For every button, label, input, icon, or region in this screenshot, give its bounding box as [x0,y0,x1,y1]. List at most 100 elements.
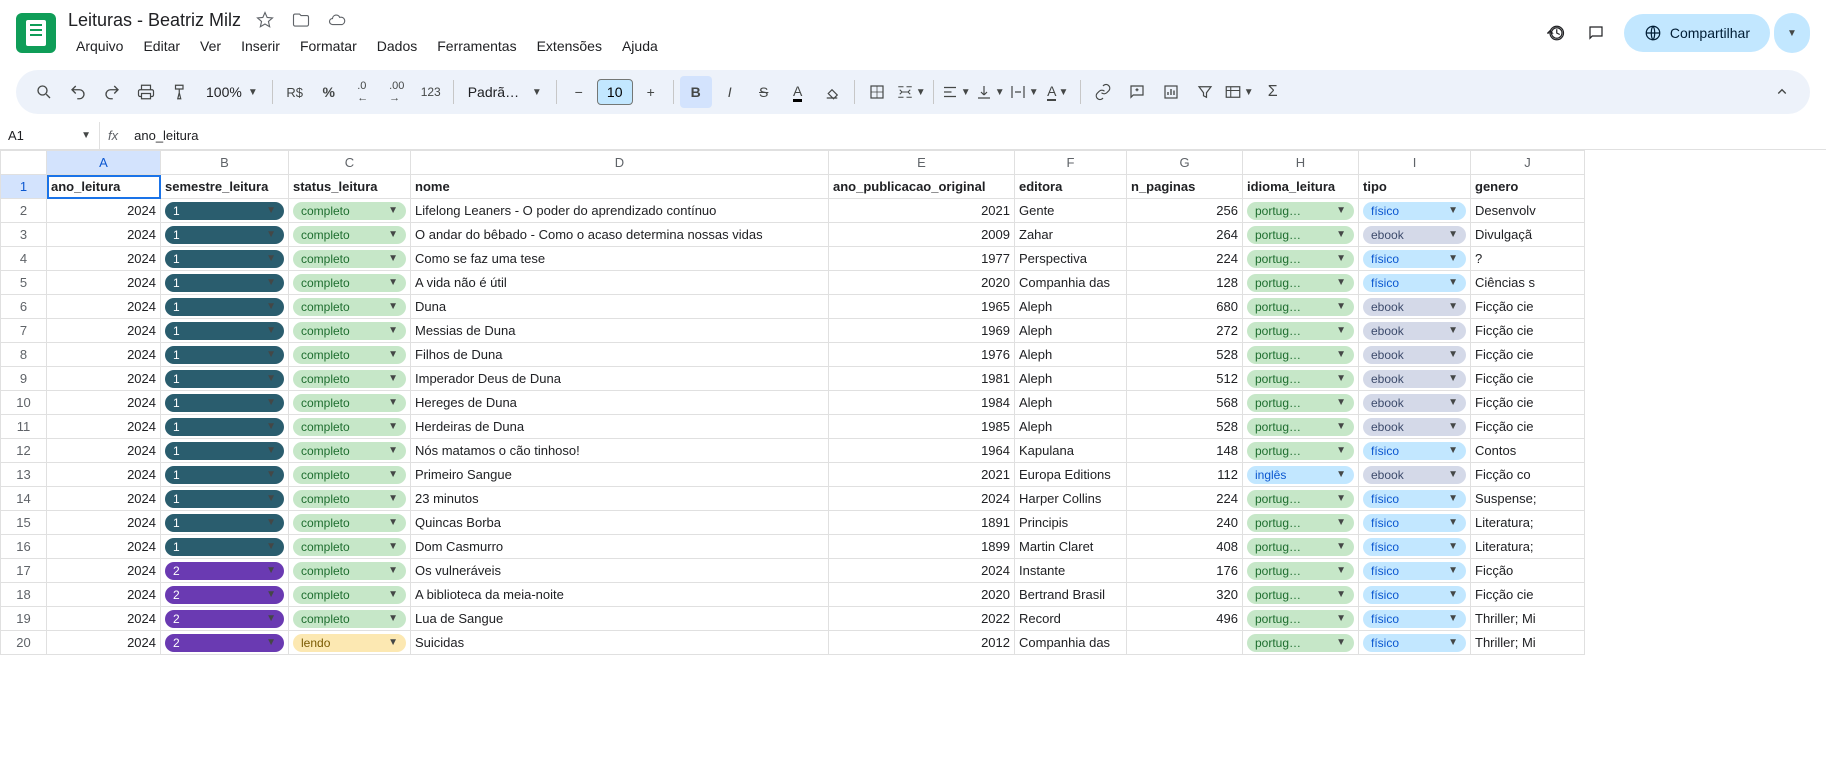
cell[interactable]: completo▼ [289,391,411,415]
cell[interactable]: 112 [1127,463,1243,487]
cell[interactable]: 496 [1127,607,1243,631]
chip-chip-completo[interactable]: completo▼ [293,250,406,268]
menu-inserir[interactable]: Inserir [233,34,288,58]
chip-chip-fisico[interactable]: físico▼ [1363,202,1466,220]
cell[interactable]: portug…▼ [1243,343,1359,367]
cell[interactable]: 2009 [829,223,1015,247]
cell[interactable]: 23 minutos [411,487,829,511]
borders-button[interactable] [861,76,893,108]
cell[interactable]: ? [1471,247,1585,271]
paint-format-icon[interactable] [164,76,196,108]
cell[interactable]: 320 [1127,583,1243,607]
print-icon[interactable] [130,76,162,108]
search-icon[interactable] [28,76,60,108]
cell[interactable]: portug…▼ [1243,439,1359,463]
cell[interactable]: 148 [1127,439,1243,463]
cell[interactable]: inglês▼ [1243,463,1359,487]
cell[interactable]: físico▼ [1359,631,1471,655]
cell[interactable]: ebook▼ [1359,343,1471,367]
col-header-J[interactable]: J [1471,151,1585,175]
cell[interactable]: 1▼ [161,199,289,223]
chip-chip-sem1[interactable]: 1▼ [165,298,284,316]
chip-chip-portug[interactable]: portug…▼ [1247,610,1354,628]
decrease-decimal-button[interactable]: .0← [347,76,379,108]
rotate-button[interactable]: A▼ [1042,76,1074,108]
increase-decimal-button[interactable]: .00→ [381,76,413,108]
cell[interactable]: 680 [1127,295,1243,319]
formula-input[interactable]: ano_leitura [126,128,1826,143]
cell[interactable]: Ficção cie [1471,343,1585,367]
chip-chip-ebook[interactable]: ebook▼ [1363,394,1466,412]
cell[interactable]: completo▼ [289,271,411,295]
row-header-20[interactable]: 20 [1,631,47,655]
cell[interactable]: 2024 [47,607,161,631]
cell[interactable]: 2024 [47,223,161,247]
cell[interactable]: Literatura; [1471,511,1585,535]
cell[interactable]: 2▼ [161,607,289,631]
cell[interactable]: O andar do bêbado - Como o acaso determi… [411,223,829,247]
cell[interactable]: 240 [1127,511,1243,535]
cell-A1[interactable]: ano_leitura [47,175,161,199]
cell-A1[interactable]: nome [411,175,829,199]
chip-chip-sem1[interactable]: 1▼ [165,538,284,556]
cell[interactable]: 2024 [47,559,161,583]
cell[interactable]: Ficção cie [1471,415,1585,439]
merge-button[interactable]: ▼ [895,76,927,108]
chip-chip-sem1[interactable]: 1▼ [165,466,284,484]
cell[interactable]: 2024 [47,271,161,295]
chip-chip-portug[interactable]: portug…▼ [1247,418,1354,436]
filter-button[interactable] [1189,76,1221,108]
row-header-3[interactable]: 3 [1,223,47,247]
cell[interactable]: 1976 [829,343,1015,367]
chip-chip-completo[interactable]: completo▼ [293,370,406,388]
cell[interactable]: portug…▼ [1243,631,1359,655]
comment-button[interactable] [1121,76,1153,108]
cell[interactable]: ebook▼ [1359,223,1471,247]
col-header-B[interactable]: B [161,151,289,175]
menu-ver[interactable]: Ver [192,34,229,58]
chip-chip-portug[interactable]: portug…▼ [1247,538,1354,556]
cell[interactable]: 2024 [47,415,161,439]
cell[interactable]: 176 [1127,559,1243,583]
cell[interactable]: 2024 [47,295,161,319]
cell[interactable]: 2021 [829,463,1015,487]
cell[interactable]: 1891 [829,511,1015,535]
font-select[interactable]: Padrã…▼ [460,80,550,104]
cell[interactable]: 408 [1127,535,1243,559]
share-button[interactable]: Compartilhar [1624,14,1770,52]
cell[interactable]: físico▼ [1359,247,1471,271]
chip-chip-portug[interactable]: portug…▼ [1247,250,1354,268]
cell[interactable]: lendo▼ [289,631,411,655]
chip-chip-fisico[interactable]: físico▼ [1363,586,1466,604]
menu-editar[interactable]: Editar [135,34,188,58]
undo-icon[interactable] [62,76,94,108]
cell[interactable]: Aleph [1015,295,1127,319]
cell[interactable]: 2024 [47,199,161,223]
font-size-input[interactable] [597,79,633,105]
cell[interactable]: completo▼ [289,367,411,391]
col-header-G[interactable]: G [1127,151,1243,175]
cell[interactable]: 272 [1127,319,1243,343]
link-button[interactable] [1087,76,1119,108]
cell[interactable]: 224 [1127,247,1243,271]
cell[interactable]: 1▼ [161,247,289,271]
cell[interactable]: completo▼ [289,439,411,463]
chart-button[interactable] [1155,76,1187,108]
cell[interactable]: 2024 [47,343,161,367]
chip-chip-completo[interactable]: completo▼ [293,322,406,340]
col-header-D[interactable]: D [411,151,829,175]
cell[interactable]: Thriller; Mi [1471,607,1585,631]
row-header-1[interactable]: 1 [1,175,47,199]
cell[interactable]: 256 [1127,199,1243,223]
cell[interactable]: físico▼ [1359,487,1471,511]
cell[interactable]: 1▼ [161,487,289,511]
cell[interactable]: 2021 [829,199,1015,223]
cell[interactable]: portug…▼ [1243,367,1359,391]
row-header-4[interactable]: 4 [1,247,47,271]
row-header-13[interactable]: 13 [1,463,47,487]
chip-chip-fisico[interactable]: físico▼ [1363,490,1466,508]
chip-chip-portug[interactable]: portug…▼ [1247,202,1354,220]
doc-title[interactable]: Leituras - Beatriz Milz [68,10,241,31]
font-size-increase[interactable]: + [635,76,667,108]
chip-chip-sem1[interactable]: 1▼ [165,370,284,388]
